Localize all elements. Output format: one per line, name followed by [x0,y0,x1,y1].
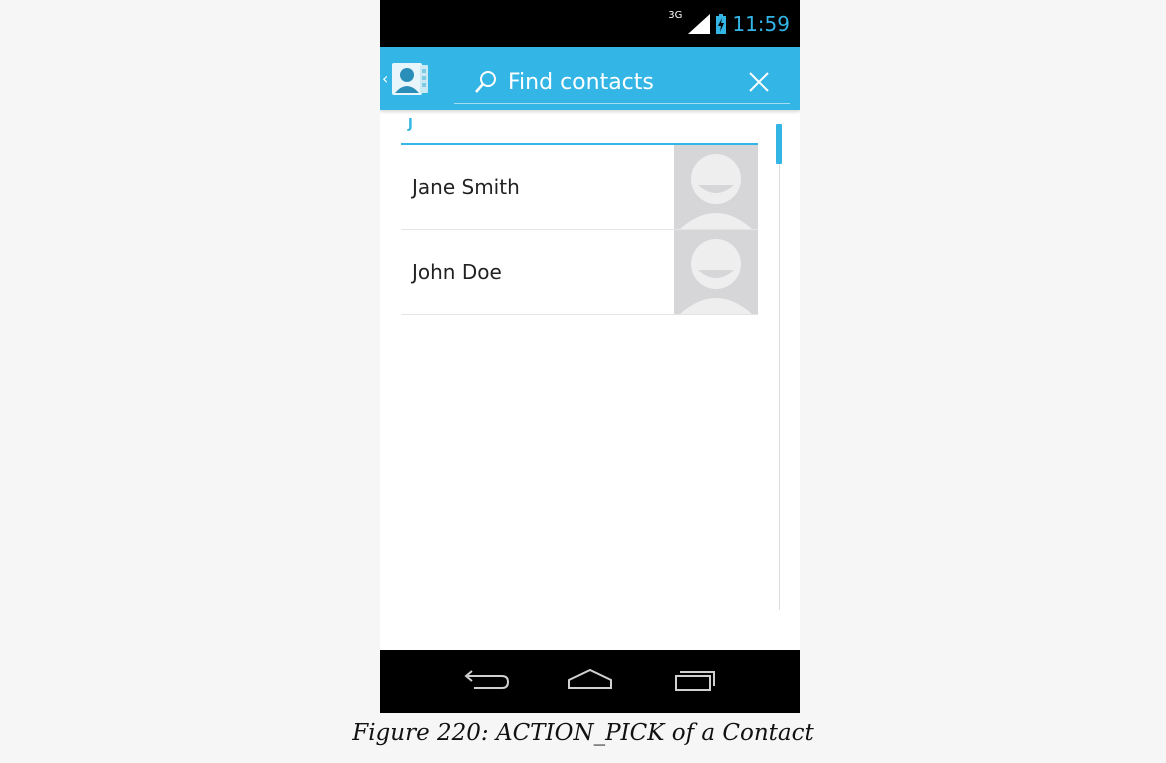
close-icon[interactable] [746,69,772,95]
contact-list[interactable]: J Jane Smith John Doe [401,110,758,315]
home-icon[interactable] [565,666,615,696]
status-bar: 3G 11:59 [380,0,800,47]
up-navigation-button[interactable]: ‹ [380,47,438,110]
status-indicators: 3G 11:59 [668,0,790,47]
recent-apps-icon[interactable] [670,666,720,696]
default-avatar-icon [674,145,758,229]
scrollbar-thumb[interactable] [776,124,782,164]
contact-name: John Doe [412,260,502,284]
contact-row[interactable]: Jane Smith [401,145,758,230]
default-avatar-icon [674,230,758,314]
contact-row[interactable]: John Doe [401,230,758,315]
search-input[interactable] [506,68,730,96]
back-icon[interactable] [460,666,510,696]
figure-page: 3G 11:59 ‹ Find contacts J Jane Smith Jo… [0,0,1166,763]
signal-bars-icon [688,13,711,34]
scrollbar-track[interactable] [779,150,780,610]
navigation-bar [380,650,800,713]
search-icon [475,71,496,93]
figure-caption: Figure 220: ACTION_PICK of a Contact [352,720,814,746]
up-caret-icon: ‹ [382,69,389,88]
status-clock: 11:59 [732,11,790,36]
network-type-label: 3G [668,10,683,21]
contacts-app-icon [392,62,429,95]
section-header-letter: J [401,110,758,145]
battery-charging-icon [716,13,727,34]
action-bar: ‹ [380,47,800,110]
contact-name: Jane Smith [412,175,520,199]
phone-screen: 3G 11:59 ‹ Find contacts J Jane Smith Jo… [380,0,800,713]
search-field[interactable] [454,61,790,104]
